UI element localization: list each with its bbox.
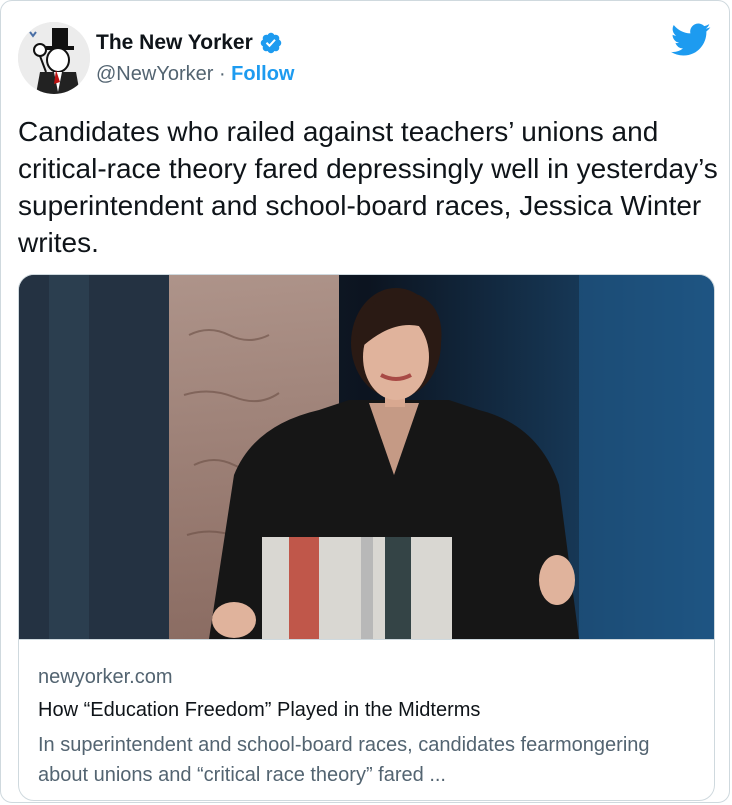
tweet-embed: The New Yorker @NewYorker · Follow Candi… xyxy=(0,0,730,803)
verified-badge-icon xyxy=(260,32,282,54)
tweet-text: Candidates who railed against teachers’ … xyxy=(18,116,718,258)
avatar[interactable] xyxy=(18,22,90,94)
twitter-bird-icon[interactable] xyxy=(671,23,711,57)
display-name[interactable]: The New Yorker xyxy=(96,31,253,55)
card-domain[interactable]: newyorker.com xyxy=(38,666,173,689)
account-name-row[interactable]: The New Yorker xyxy=(96,31,283,55)
handle[interactable]: @NewYorker xyxy=(96,63,213,85)
link-preview-card[interactable]: newyorker.com How “Education Freedom” Pl… xyxy=(18,274,715,801)
separator: · xyxy=(213,63,232,85)
card-title[interactable]: How “Education Freedom” Played in the Mi… xyxy=(38,699,480,722)
new-yorker-avatar-icon xyxy=(18,22,90,94)
article-photo[interactable] xyxy=(19,275,715,639)
handle-row: @NewYorker · Follow xyxy=(96,63,295,86)
follow-button[interactable]: Follow xyxy=(231,63,294,85)
card-divider xyxy=(19,639,714,640)
card-description[interactable]: In superintendent and school-board races… xyxy=(38,730,688,790)
